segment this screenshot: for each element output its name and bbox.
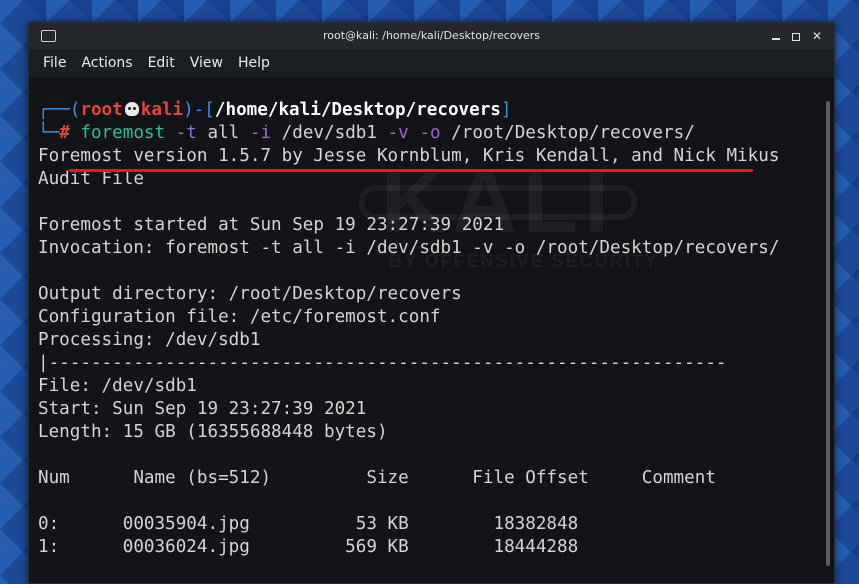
output-line: Output directory: /root/Desktop/recovers xyxy=(38,284,462,304)
window-title: root@kali: /home/kali/Desktop/recovers xyxy=(322,29,541,42)
output-line: Foremost started at Sun Sep 19 23:27:39 … xyxy=(38,215,505,235)
command-arg: /root/Desktop/recovers/ xyxy=(451,123,695,143)
command-arg: all xyxy=(207,123,240,143)
minimize-icon xyxy=(772,37,780,40)
title-bar[interactable]: root@kali: /home/kali/Desktop/recovers ✕ xyxy=(29,23,834,49)
maximize-icon xyxy=(792,32,800,41)
output-lines: Foremost version 1.5.7 by Jesse Kornblum… xyxy=(38,145,822,559)
menu-help[interactable]: Help xyxy=(238,55,270,71)
scrollbar[interactable] xyxy=(822,77,834,583)
output-line: Configuration file: /etc/foremost.conf xyxy=(38,307,441,327)
menu-file[interactable]: File xyxy=(43,55,66,71)
output-line: Length: 15 GB (16355688448 bytes) xyxy=(38,422,388,442)
close-button[interactable]: ✕ xyxy=(808,27,826,45)
terminal-output[interactable]: KALI BY OFFENSIVE SECURITY ┌──(root kali)… xyxy=(29,77,822,583)
command-name: foremost xyxy=(80,123,166,143)
skull-icon xyxy=(124,102,139,116)
prompt-host: kali xyxy=(140,100,184,120)
minimize-button[interactable] xyxy=(767,27,785,45)
command-opt: -v xyxy=(387,123,409,143)
output-line: File: /dev/sdb1 xyxy=(38,376,197,396)
command-opt: -t xyxy=(175,123,197,143)
prompt-user: root xyxy=(80,100,123,120)
prompt-symbol: # xyxy=(59,123,70,143)
terminal-window: root@kali: /home/kali/Desktop/recovers ✕… xyxy=(28,22,835,584)
command-opt: -i xyxy=(249,123,272,143)
menu-bar: File Actions Edit View Help xyxy=(29,49,834,77)
output-line: Invocation: foremost -t all -i /dev/sdb1… xyxy=(38,238,780,258)
output-line: 1: 00036024.jpg 569 KB 18444288 xyxy=(38,537,579,557)
menu-edit[interactable]: Edit xyxy=(148,55,175,71)
output-line: Processing: /dev/sdb1 xyxy=(38,330,261,350)
output-line: 0: 00035904.jpg 53 KB 18382848 xyxy=(38,514,579,534)
prompt-path: /home/kali/Desktop/recovers xyxy=(214,100,501,120)
output-line: Foremost version 1.5.7 by Jesse Kornblum… xyxy=(38,146,780,166)
prompt-line-2: └─# foremost -t all -i /dev/sdb1 -v -o /… xyxy=(38,123,695,143)
menu-actions[interactable]: Actions xyxy=(81,55,132,71)
menu-view[interactable]: View xyxy=(190,55,223,71)
scrollbar-thumb[interactable] xyxy=(826,101,830,566)
output-line: |---------------------------------------… xyxy=(38,353,727,373)
output-line: Start: Sun Sep 19 23:27:39 2021 xyxy=(38,399,367,419)
prompt-line-1: ┌──(root kali)-[/home/kali/Desktop/recove… xyxy=(38,100,512,120)
command-opt: -o xyxy=(419,123,441,143)
maximize-button[interactable] xyxy=(787,27,805,45)
output-line: Num Name (bs=512) Size File Offset Comme… xyxy=(38,468,716,488)
close-icon: ✕ xyxy=(811,29,823,43)
command-arg: /dev/sdb1 xyxy=(281,123,377,143)
red-underline-annotation xyxy=(69,169,753,172)
